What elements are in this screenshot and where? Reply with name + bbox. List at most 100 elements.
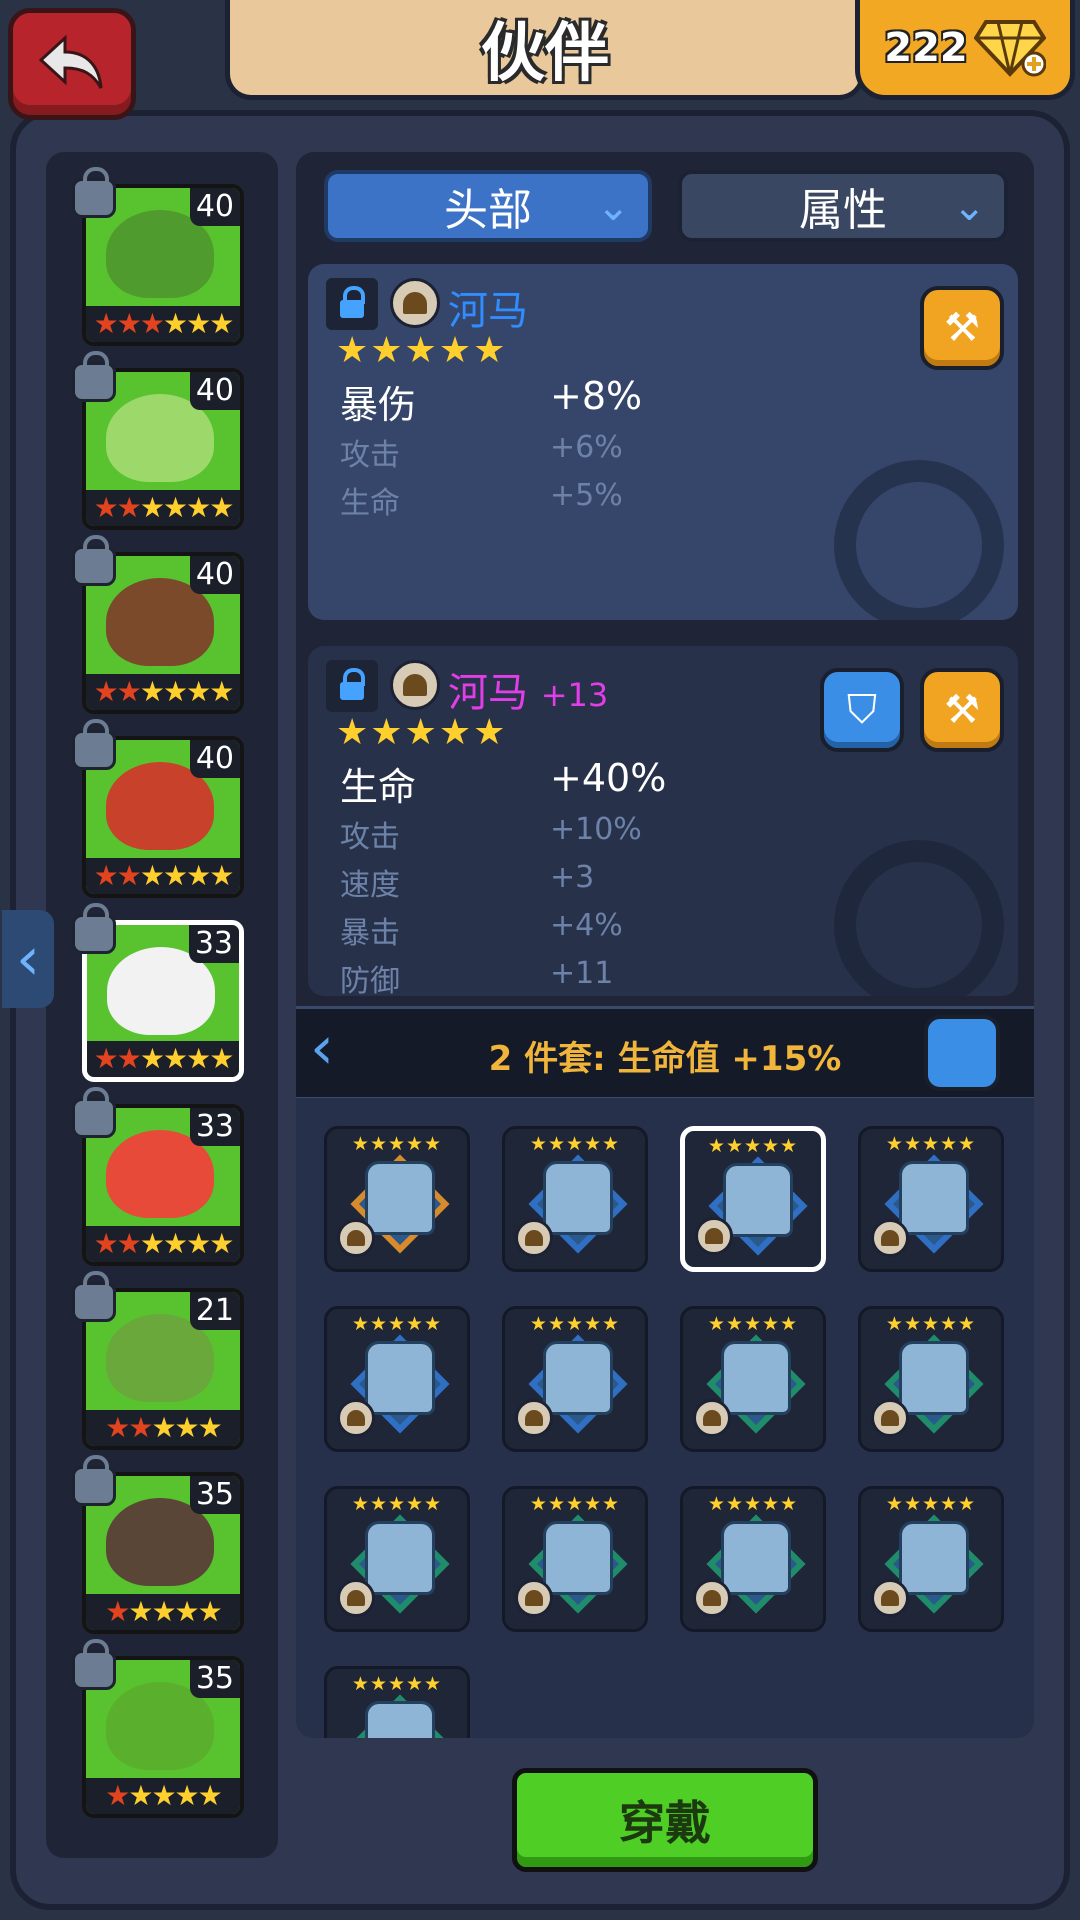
item-stars: ★★★★★ [707,1135,799,1157]
lock-icon[interactable] [326,660,378,712]
hero-stars: ★★★★★ [86,1410,240,1446]
lock-icon[interactable] [326,278,378,330]
star-icon: ★ [197,1595,223,1628]
hero-level: 40 [189,556,240,594]
star-icon: ★ [174,1595,200,1628]
star-icon: ★ [197,1411,223,1444]
inventory-slot[interactable]: ★★★★★ [324,1486,470,1632]
inventory-slot[interactable]: ★★★★★ [502,1126,648,1272]
lock-icon [72,1271,116,1322]
star-icon: ★ [163,491,188,524]
star-icon: ★ [116,859,142,892]
hero-level: 33 [189,1108,240,1146]
helmet-icon [390,278,440,328]
back-button[interactable] [8,8,136,120]
inventory-slot[interactable]: ★★★★★ [680,1486,826,1632]
stat-label: 暴击 [340,916,400,951]
star-icon: ★ [93,307,119,340]
lock-icon [72,167,116,218]
swirl-decoration [834,460,1004,620]
armor-icon [365,1521,435,1595]
item-stars: ★★★★★ [351,1313,443,1335]
hero-list[interactable]: 40 ★★★★★★ 40 ★★★★★★ 40 ★★★★★★ 40 ★★★★★★ 33 ★★★★★★… [46,152,278,1858]
armor-icon [365,1341,435,1415]
hero-stars: ★★★★★★ [87,1041,239,1077]
set-icon[interactable] [924,1015,1000,1091]
helmet-icon [871,1579,909,1617]
item-stars: ★★★★★ [885,1493,977,1515]
star-icon: ★ [116,675,142,708]
left-arrow-icon[interactable]: ‹ [2,910,54,1008]
star-icon: ★ [174,1779,200,1812]
sub-stat-row: 攻击 +10% [340,812,642,858]
enhance-level: +13 [540,676,609,714]
stat-value: +11 [550,956,614,991]
star-icon: ★ [163,307,188,340]
inventory-slot[interactable]: ★★★★★ [858,1126,1004,1272]
inventory-slot[interactable]: ★★★★★ [324,1306,470,1452]
star-icon: ★ [197,1779,223,1812]
stat-value: +10% [550,812,642,847]
gem-counter[interactable]: 222 [855,0,1075,100]
helmet-icon [695,1217,733,1255]
helmet-icon [390,660,440,710]
upgrade-button[interactable]: ⚒ [920,668,1004,752]
back-arrow-icon [38,34,103,89]
wear-button-label: 穿戴 [619,1796,711,1850]
unequip-button[interactable]: ⛉ [820,668,904,752]
star-icon: ★ [116,307,142,340]
star-icon: ★ [186,675,211,708]
armor-icon [721,1521,791,1595]
star-icon: ★ [105,1595,130,1628]
star-icon: ★ [186,1227,211,1260]
sort-label: 属性 [799,185,887,236]
star-icon: ★ [209,859,234,892]
set-bonus-bar: ‹ 2 件套: 生命值 +15% [296,1006,1034,1100]
stat-label: 生命 [340,486,400,521]
armor-icon [543,1161,613,1235]
upgrade-button[interactable]: ⚒ [920,286,1004,370]
wear-button[interactable]: 穿戴 [512,1768,818,1872]
lock-icon [72,1639,116,1690]
swirl-decoration [834,840,1004,996]
item-stars: ★★★★★ [529,1313,621,1335]
hero-level: 40 [189,740,240,778]
stat-label: 攻击 [340,438,400,473]
star-icon: ★ [93,1227,119,1260]
inventory-slot[interactable]: ★★★★★ [680,1306,826,1452]
star-icon: ★ [116,1042,142,1075]
hero-stars: ★★★★★★ [86,306,240,342]
equipped-item-name: 河马 [448,288,528,334]
chevron-down-icon: ⌄ [952,184,986,230]
hammer-icon: ⚒ [944,687,980,733]
slot-filter-dropdown[interactable]: 头部 ⌄ [324,170,652,242]
hero-level: 33 [188,925,239,963]
star-icon: ★ [105,1779,130,1812]
inventory-slot[interactable]: ★★★★★ [858,1306,1004,1452]
item-stars: ★★★★★ [707,1493,799,1515]
stat-value: +6% [550,430,623,465]
sub-stat-row: 攻击 +6% [340,430,623,476]
inventory-slot[interactable]: ★★★★★ [858,1486,1004,1632]
inventory-slot[interactable]: ★★★★★ [502,1306,648,1452]
star-icon: ★ [151,1411,176,1444]
star-icon: ★ [163,1042,188,1075]
armor-icon [543,1521,613,1595]
inventory-slot[interactable]: ★★★★★ [502,1486,648,1632]
chevron-down-icon: ⌄ [596,184,630,230]
inventory-slot[interactable]: ★★★★★ [324,1666,470,1738]
helmet-icon [871,1399,909,1437]
star-icon: ★ [139,491,165,524]
helmet-icon [693,1579,731,1617]
sub-stat-row: 生命 +5% [340,478,623,524]
star-icon: ★ [93,675,119,708]
inventory-slot[interactable]: ★★★★★ [324,1126,470,1272]
star-icon: ★ [105,1411,130,1444]
slot-filter-label: 头部 [444,185,532,236]
item-stars: ★★★★★ [529,1133,621,1155]
inventory-grid: ★★★★★ ★★★★★ ★★★★★ ★★★★★ ★★★★★ ★★★★★ ★★★★★ ★★★★★… [296,1098,1034,1738]
inventory-slot[interactable]: ★★★★★ [680,1126,826,1272]
sort-dropdown[interactable]: 属性 ⌄ [678,170,1008,242]
stat-value: +40% [550,756,667,800]
star-icon: ★ [209,491,234,524]
